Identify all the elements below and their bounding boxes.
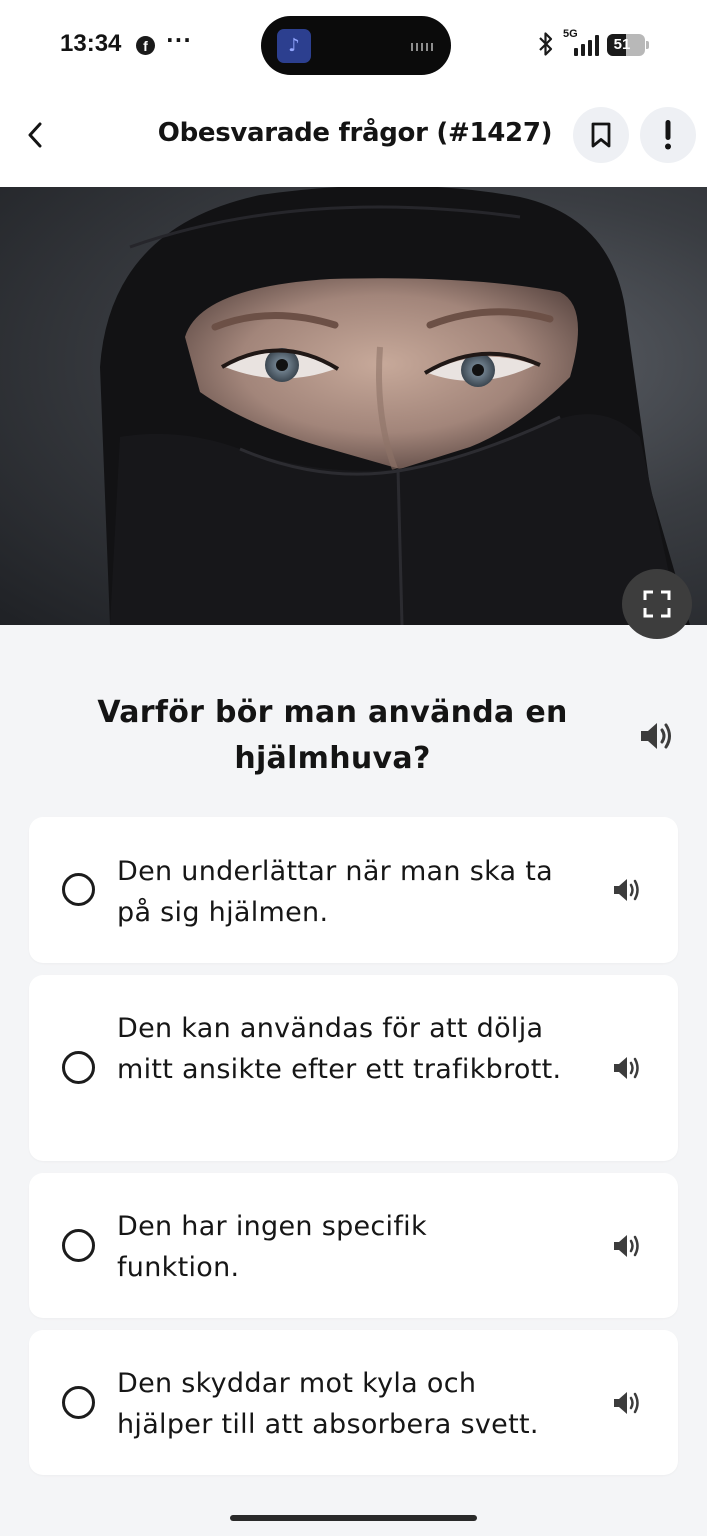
speaker-icon[interactable]	[612, 876, 642, 904]
answer-radio[interactable]	[62, 873, 95, 906]
answer-option[interactable]: Den skyddar mot kyla och hjälper till at…	[29, 1330, 678, 1475]
answer-text: Den underlättar när man ska ta på sig hj…	[117, 856, 553, 928]
fullscreen-button[interactable]	[622, 569, 692, 639]
expand-icon	[643, 590, 671, 618]
report-button[interactable]	[640, 107, 696, 163]
more-dots-icon: ···	[166, 28, 192, 52]
answer-option[interactable]: Den har ingen specifik funktion.	[29, 1173, 678, 1318]
exclamation-icon	[665, 120, 671, 150]
answer-radio[interactable]	[62, 1386, 95, 1419]
page-title: Obesvarade frågor (#1427)	[157, 118, 553, 148]
music-icon: ♪	[277, 29, 311, 63]
answer-text: Den kan användas för att dölja mitt ansi…	[117, 1013, 562, 1085]
back-button[interactable]	[18, 114, 54, 156]
battery-percent: 51	[613, 36, 631, 53]
answer-text: Den skyddar mot kyla och hjälper till at…	[117, 1368, 539, 1440]
status-bar: 13:34 f ··· ♪ 5G 51	[0, 0, 707, 90]
bookmark-icon	[591, 122, 611, 148]
status-time: 13:34	[60, 30, 122, 57]
bookmark-button[interactable]	[573, 107, 629, 163]
speaker-icon[interactable]	[612, 1389, 642, 1417]
speaker-icon[interactable]	[612, 1232, 642, 1260]
top-bar: Obesvarade frågor (#1427)	[0, 90, 707, 187]
back-chevron-icon	[28, 122, 42, 148]
battery-icon: 51	[607, 34, 649, 56]
speaker-icon[interactable]	[612, 1054, 642, 1082]
signal-icon: 5G	[563, 28, 601, 56]
answer-radio[interactable]	[62, 1051, 95, 1084]
dynamic-island[interactable]: ♪	[261, 16, 451, 75]
question-text: Varför bör man använda en hjälmhuva?	[97, 695, 568, 776]
speaker-icon[interactable]	[639, 719, 675, 753]
home-indicator[interactable]	[230, 1515, 477, 1521]
answer-option[interactable]: Den underlättar när man ska ta på sig hj…	[29, 817, 678, 963]
bluetooth-icon	[539, 32, 553, 56]
balaclava-photo	[100, 187, 690, 625]
answer-option[interactable]: Den kan användas för att dölja mitt ansi…	[29, 975, 678, 1161]
question-image	[0, 187, 707, 625]
audio-bars-icon	[411, 43, 433, 51]
answer-radio[interactable]	[62, 1229, 95, 1262]
facebook-icon: f	[136, 36, 155, 55]
answer-text: Den har ingen specifik funktion.	[117, 1211, 427, 1283]
